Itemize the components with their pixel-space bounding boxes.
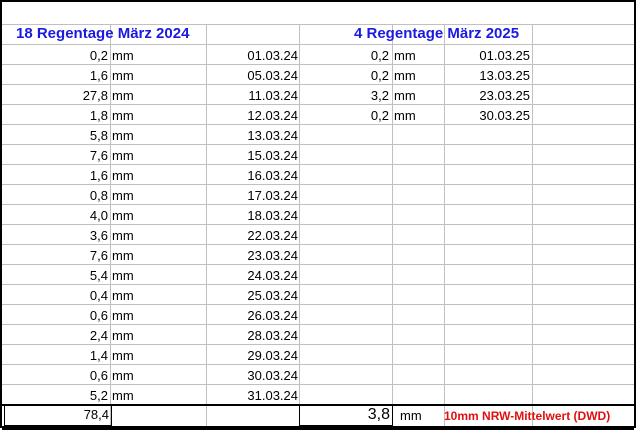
rain-value-cell[interactable]: 0,8 — [4, 186, 108, 206]
unit-cell[interactable]: mm — [110, 366, 152, 386]
unit-cell[interactable]: mm — [110, 106, 152, 126]
rain-value-cell[interactable]: 5,8 — [4, 126, 108, 146]
rain-value-cell[interactable]: 3,2 — [299, 86, 389, 106]
total-2025-cell[interactable]: 3,8 — [299, 404, 393, 426]
dwd-note: 10mm NRW-Mittelwert (DWD) — [444, 409, 611, 423]
date-cell[interactable]: 18.03.24 — [206, 206, 298, 226]
rain-value-cell[interactable]: 1,6 — [4, 66, 108, 86]
rain-value-cell[interactable]: 7,6 — [4, 246, 108, 266]
rain-value-cell[interactable]: 27,8 — [4, 86, 108, 106]
rain-value-cell[interactable]: 1,6 — [4, 166, 108, 186]
rain-value-cell[interactable]: 7,6 — [4, 146, 108, 166]
unit-cell[interactable]: mm — [110, 166, 152, 186]
rain-value-cell[interactable]: 2,4 — [4, 326, 108, 346]
unit-cell[interactable]: mm — [110, 206, 152, 226]
unit-cell[interactable]: mm — [110, 286, 152, 306]
date-cell[interactable]: 11.03.24 — [206, 86, 298, 106]
unit-cell[interactable]: mm — [110, 306, 152, 326]
rain-value-cell[interactable]: 0,2 — [299, 66, 389, 86]
rain-value-cell[interactable]: 0,6 — [4, 366, 108, 386]
date-cell[interactable]: 01.03.25 — [444, 46, 530, 66]
grid-hline — [2, 44, 634, 45]
unit-cell[interactable]: mm — [110, 66, 152, 86]
unit-cell[interactable]: mm — [110, 346, 152, 366]
rain-value-cell[interactable]: 5,4 — [4, 266, 108, 286]
rain-value-cell[interactable]: 0,2 — [299, 106, 389, 126]
date-cell[interactable]: 30.03.24 — [206, 366, 298, 386]
unit-cell[interactable]: mm — [110, 46, 152, 66]
spreadsheet: 18 Regentage März 2024 4 Regentage März … — [0, 0, 636, 430]
rain-value-cell[interactable]: 5,2 — [4, 386, 108, 406]
unit-cell[interactable]: mm — [110, 86, 152, 106]
unit-cell[interactable]: mm — [110, 226, 152, 246]
total-2025-unit: mm — [400, 408, 422, 423]
date-cell[interactable]: 17.03.24 — [206, 186, 298, 206]
date-cell[interactable]: 22.03.24 — [206, 226, 298, 246]
unit-cell[interactable]: mm — [392, 106, 434, 126]
rain-value-cell[interactable]: 1,4 — [4, 346, 108, 366]
date-cell[interactable]: 29.03.24 — [206, 346, 298, 366]
title-2024[interactable]: 18 Regentage März 2024 — [16, 24, 206, 44]
rain-value-cell[interactable]: 3,6 — [4, 226, 108, 246]
date-cell[interactable]: 24.03.24 — [206, 266, 298, 286]
unit-cell[interactable]: mm — [110, 266, 152, 286]
date-cell[interactable]: 26.03.24 — [206, 306, 298, 326]
unit-cell[interactable]: mm — [110, 146, 152, 166]
rain-value-cell[interactable]: 0,4 — [4, 286, 108, 306]
date-cell[interactable]: 13.03.24 — [206, 126, 298, 146]
rain-value-cell[interactable]: 0,6 — [4, 306, 108, 326]
unit-cell[interactable]: mm — [110, 186, 152, 206]
date-cell[interactable]: 31.03.24 — [206, 386, 298, 406]
title-2025[interactable]: 4 Regentage März 2025 — [354, 24, 544, 44]
total-2025-value: 3,8 — [367, 406, 390, 423]
unit-cell[interactable]: mm — [110, 326, 152, 346]
date-cell[interactable]: 01.03.24 — [206, 46, 298, 66]
unit-cell[interactable]: mm — [110, 246, 152, 266]
date-cell[interactable]: 15.03.24 — [206, 146, 298, 166]
rain-value-cell[interactable]: 1,8 — [4, 106, 108, 126]
rain-value-cell[interactable]: 0,2 — [4, 46, 108, 66]
unit-cell[interactable]: mm — [392, 66, 434, 86]
rain-value-cell[interactable]: 4,0 — [4, 206, 108, 226]
date-cell[interactable]: 12.03.24 — [206, 106, 298, 126]
date-cell[interactable]: 30.03.25 — [444, 106, 530, 126]
unit-cell[interactable]: mm — [110, 126, 152, 146]
unit-cell[interactable]: mm — [110, 386, 152, 406]
date-cell[interactable]: 25.03.24 — [206, 286, 298, 306]
date-cell[interactable]: 23.03.25 — [444, 86, 530, 106]
unit-cell[interactable]: mm — [392, 86, 434, 106]
date-cell[interactable]: 28.03.24 — [206, 326, 298, 346]
date-cell[interactable]: 05.03.24 — [206, 66, 298, 86]
unit-cell[interactable]: mm — [392, 46, 434, 66]
date-cell[interactable]: 13.03.25 — [444, 66, 530, 86]
date-cell[interactable]: 16.03.24 — [206, 166, 298, 186]
rain-value-cell[interactable]: 0,2 — [299, 46, 389, 66]
total-2024-value: 78,4 — [83, 407, 109, 422]
total-2024-cell[interactable]: 78,4 — [4, 404, 112, 426]
date-cell[interactable]: 23.03.24 — [206, 246, 298, 266]
